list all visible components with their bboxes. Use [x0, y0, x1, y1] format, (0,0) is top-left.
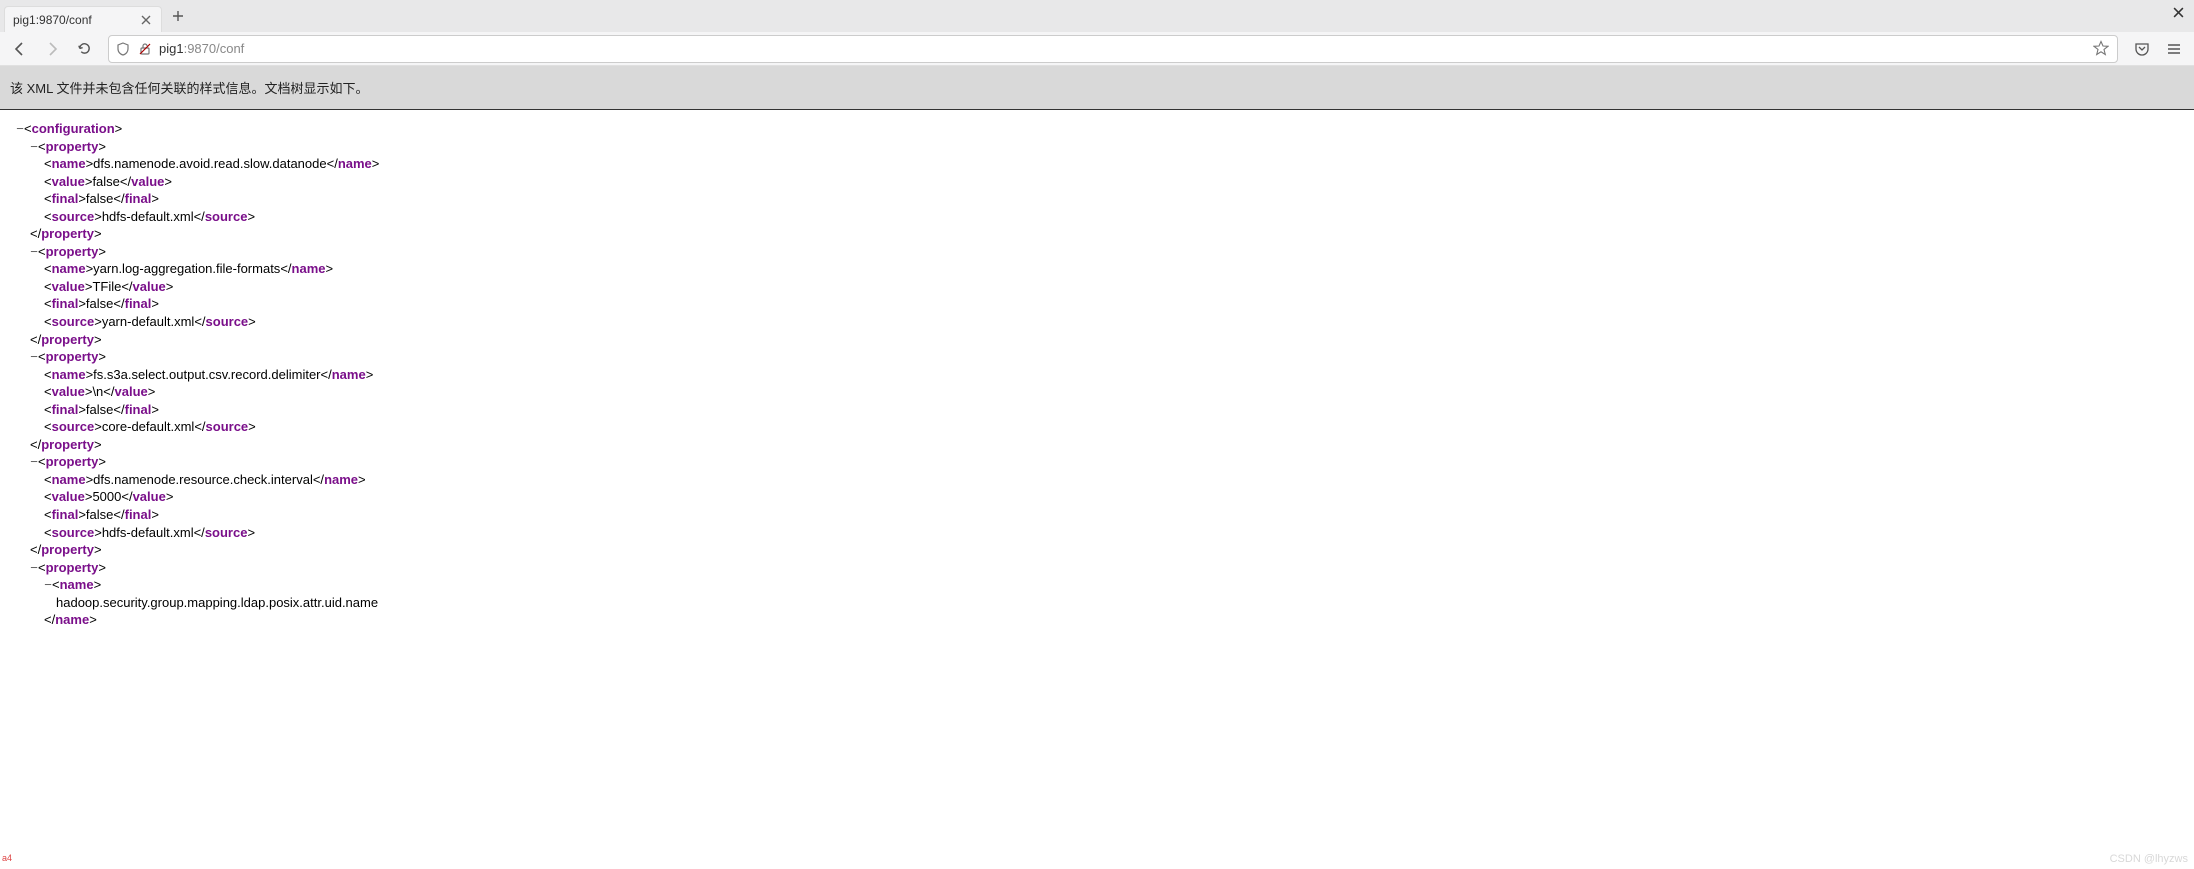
close-tab-icon[interactable]: [139, 13, 153, 27]
xml-final-element: <final>false</final>: [6, 295, 2188, 313]
url-text: pig1:9870/conf: [159, 41, 2087, 56]
xml-property-close: </property>: [6, 225, 2188, 243]
xml-configuration-open[interactable]: −<configuration>: [6, 120, 2188, 138]
shield-icon: [115, 41, 131, 57]
xml-name-element: <name>dfs.namenode.resource.check.interv…: [6, 471, 2188, 489]
xml-property-open[interactable]: −<property>: [6, 559, 2188, 577]
new-tab-button[interactable]: [164, 2, 192, 30]
content-area[interactable]: 该 XML 文件并未包含任何关联的样式信息。文档树显示如下。 −<configu…: [0, 66, 2194, 869]
banner-text: 该 XML 文件并未包含任何关联的样式信息。文档树显示如下。: [10, 81, 368, 96]
reload-button[interactable]: [70, 35, 98, 63]
xml-name-text: hadoop.security.group.mapping.ldap.posix…: [6, 594, 2188, 612]
collapse-twisty-icon[interactable]: −: [44, 576, 52, 594]
browser-tab[interactable]: pig1:9870/conf: [4, 6, 162, 32]
collapse-twisty-icon[interactable]: −: [30, 559, 38, 577]
tab-bar: pig1:9870/conf: [0, 0, 2194, 32]
bookmark-star-icon[interactable]: [2093, 40, 2111, 58]
url-bar[interactable]: pig1:9870/conf: [108, 35, 2118, 63]
xml-name-close: </name>: [6, 611, 2188, 629]
xml-name-open[interactable]: −<name>: [6, 576, 2188, 594]
xml-name-element: <name>fs.s3a.select.output.csv.record.de…: [6, 366, 2188, 384]
url-host: pig1: [159, 41, 184, 56]
xml-source-element: <source>yarn-default.xml</source>: [6, 313, 2188, 331]
lock-insecure-icon: [137, 41, 153, 57]
xml-final-element: <final>false</final>: [6, 506, 2188, 524]
xml-value-element: <value>TFile</value>: [6, 278, 2188, 296]
xml-value-element: <value>\n</value>: [6, 383, 2188, 401]
xml-final-element: <final>false</final>: [6, 401, 2188, 419]
xml-value-element: <value>false</value>: [6, 173, 2188, 191]
forward-button[interactable]: [38, 35, 66, 63]
xml-property-open[interactable]: −<property>: [6, 138, 2188, 156]
xml-tree: −<configuration>−<property><name>dfs.nam…: [0, 110, 2194, 639]
xml-source-element: <source>hdfs-default.xml</source>: [6, 208, 2188, 226]
xml-name-element: <name>yarn.log-aggregation.file-formats<…: [6, 260, 2188, 278]
xml-final-element: <final>false</final>: [6, 190, 2188, 208]
collapse-twisty-icon[interactable]: −: [30, 243, 38, 261]
collapse-twisty-icon[interactable]: −: [30, 138, 38, 156]
red-marker: a4: [2, 853, 12, 863]
xml-style-warning-banner: 该 XML 文件并未包含任何关联的样式信息。文档树显示如下。: [0, 66, 2194, 110]
xml-source-element: <source>core-default.xml</source>: [6, 418, 2188, 436]
collapse-twisty-icon[interactable]: −: [30, 453, 38, 471]
tab-title: pig1:9870/conf: [13, 13, 133, 27]
xml-property-open[interactable]: −<property>: [6, 348, 2188, 366]
xml-property-close: </property>: [6, 541, 2188, 559]
xml-property-close: </property>: [6, 436, 2188, 454]
url-path: :9870/conf: [184, 41, 245, 56]
xml-property-open[interactable]: −<property>: [6, 453, 2188, 471]
xml-value-element: <value>5000</value>: [6, 488, 2188, 506]
xml-name-element: <name>dfs.namenode.avoid.read.slow.datan…: [6, 155, 2188, 173]
watermark: CSDN @lhyzws: [2110, 853, 2188, 865]
xml-source-element: <source>hdfs-default.xml</source>: [6, 524, 2188, 542]
toolbar: pig1:9870/conf: [0, 32, 2194, 66]
hamburger-menu-icon[interactable]: [2160, 35, 2188, 63]
xml-property-open[interactable]: −<property>: [6, 243, 2188, 261]
xml-property-close: </property>: [6, 331, 2188, 349]
back-button[interactable]: [6, 35, 34, 63]
pocket-icon[interactable]: [2128, 35, 2156, 63]
collapse-twisty-icon[interactable]: −: [30, 348, 38, 366]
collapse-twisty-icon[interactable]: −: [16, 120, 24, 138]
window-close-icon[interactable]: [2168, 2, 2188, 22]
